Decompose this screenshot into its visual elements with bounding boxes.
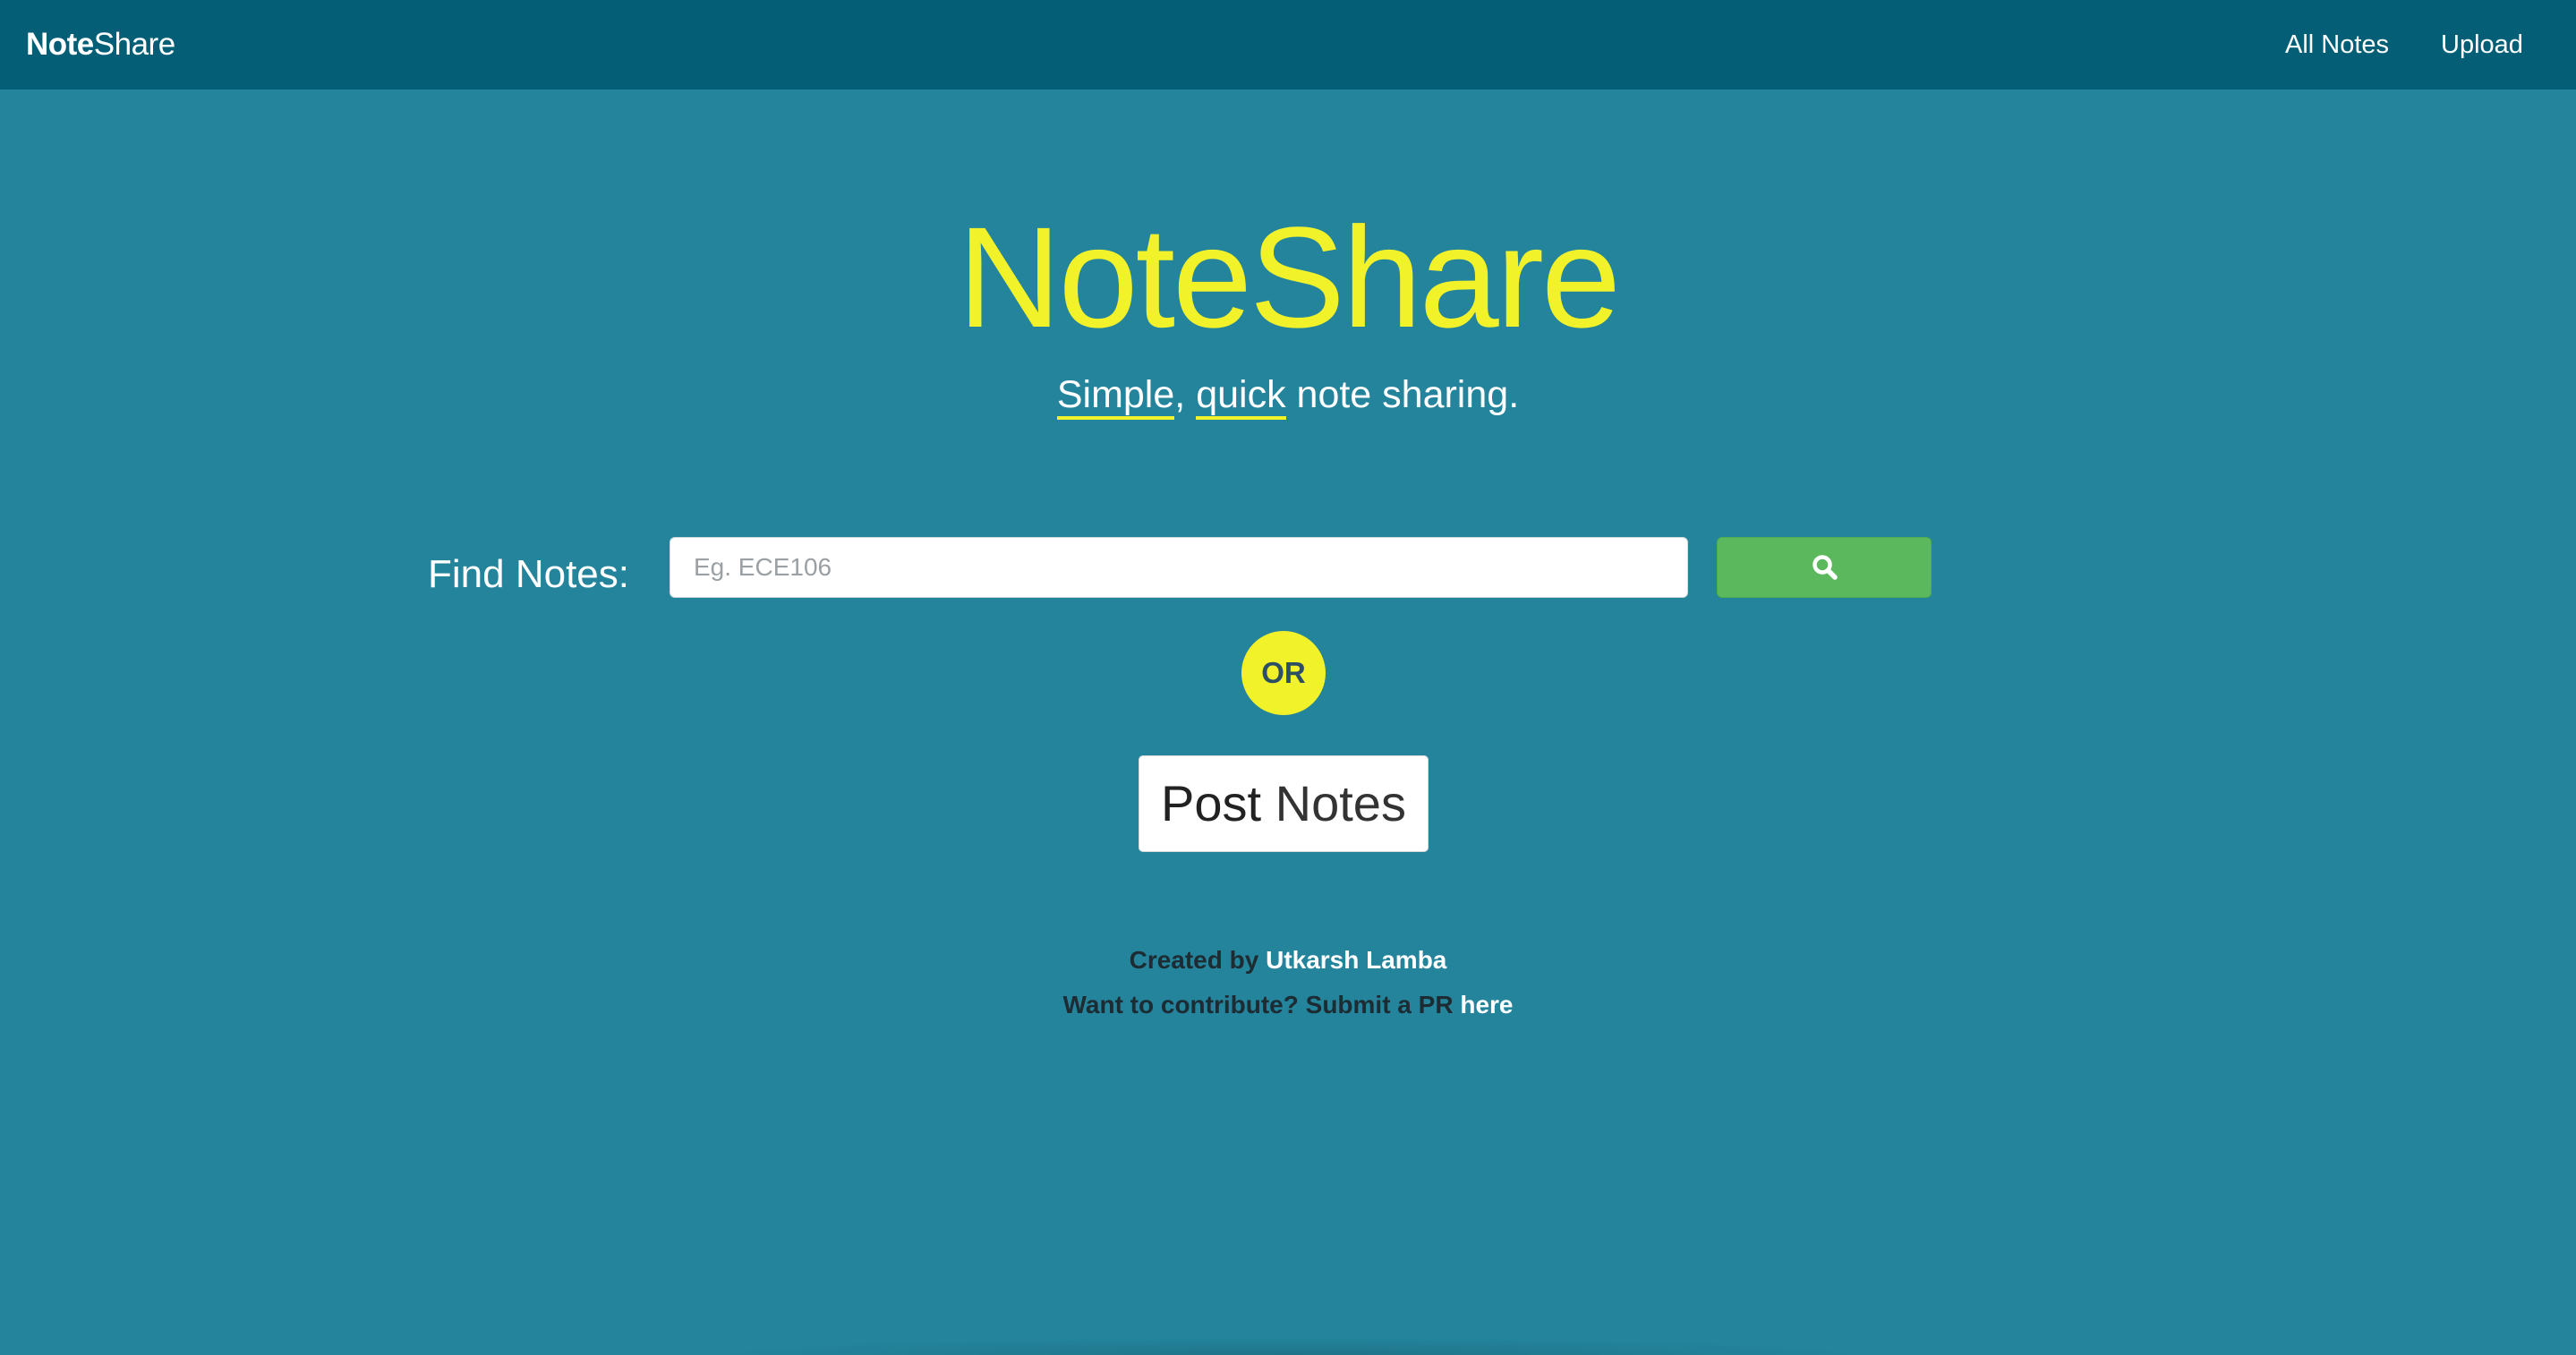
- credits-line-2: Want to contribute? Submit a PR here: [0, 983, 2576, 1027]
- nav-upload-link[interactable]: Upload: [2441, 28, 2523, 62]
- pr-link[interactable]: here: [1460, 991, 1513, 1018]
- search-button[interactable]: [1717, 537, 1932, 598]
- tagline-rest: note sharing.: [1285, 373, 1520, 416]
- brand-bold-text: Note: [26, 27, 94, 62]
- search-icon: [1813, 555, 1838, 580]
- tagline-quick: quick: [1196, 373, 1286, 420]
- bottom-shadow-decoration: [698, 1337, 1880, 1355]
- hero-title: NoteShare: [0, 201, 2576, 354]
- brand-light-text: Share: [93, 27, 175, 62]
- author-link[interactable]: Utkarsh Lamba: [1266, 946, 1446, 974]
- credits-contribute-text: Want to contribute? Submit a PR: [1062, 991, 1461, 1018]
- hero-title-light: Share: [1250, 197, 1621, 357]
- post-notes-light: Notes: [1261, 775, 1406, 831]
- top-navbar: NoteShare All Notes Upload: [0, 0, 2576, 89]
- or-badge: OR: [1241, 631, 1326, 715]
- tagline-separator: ,: [1174, 373, 1197, 416]
- find-notes-label: Find Notes:: [428, 552, 629, 596]
- post-notes-button[interactable]: Post Notes: [1139, 755, 1429, 852]
- hero-title-bold: Note: [958, 197, 1252, 357]
- credits-footer: Created by Utkarsh Lamba Want to contrib…: [0, 938, 2576, 1027]
- search-input[interactable]: [670, 537, 1688, 598]
- post-notes-bold: Post: [1161, 775, 1262, 831]
- credits-created-by: Created by: [1129, 946, 1267, 974]
- hero-tagline: Simple, quick note sharing.: [0, 371, 2576, 420]
- nav-all-notes-link[interactable]: All Notes: [2285, 28, 2389, 62]
- tagline-simple: Simple: [1056, 373, 1175, 420]
- credits-line-1: Created by Utkarsh Lamba: [0, 938, 2576, 983]
- brand-logo-link[interactable]: NoteShare: [26, 27, 175, 63]
